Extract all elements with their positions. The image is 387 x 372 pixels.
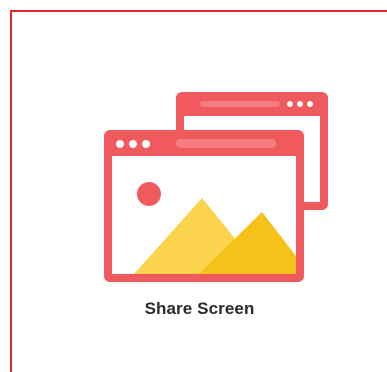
share-screen-label: Share Screen [144, 299, 255, 318]
screenshot-frame: Share Screen [0, 0, 387, 372]
share-screen-icon [104, 82, 350, 292]
sun-icon [137, 182, 161, 206]
share-screen-button[interactable]: Share Screen [12, 12, 387, 372]
